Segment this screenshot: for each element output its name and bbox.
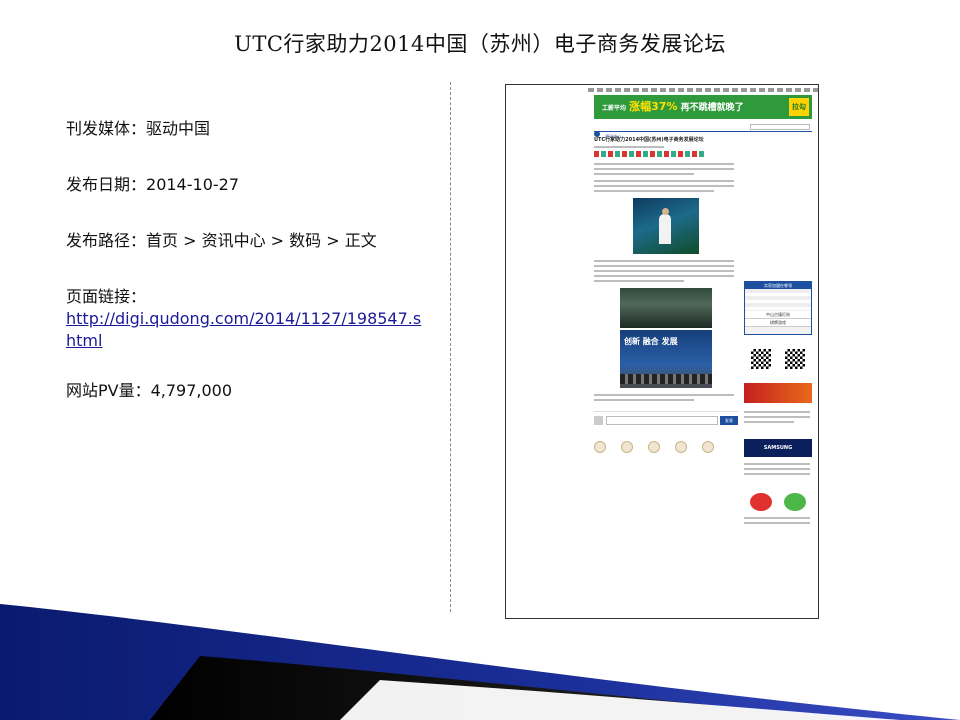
text-line [594, 399, 694, 401]
text-line [594, 163, 734, 165]
pv-label: 网站PV量： [66, 381, 151, 400]
emoji-icon[interactable] [594, 441, 606, 453]
page-link[interactable]: http://digi.qudong.com/2014/1127/198547.… [66, 308, 428, 352]
banner-logo: 拉勾 [789, 98, 809, 116]
article-meta [594, 146, 664, 148]
site-logo-icon [594, 130, 600, 137]
article-photo-audience [620, 288, 712, 328]
media-label: 刊发媒体： [66, 119, 147, 138]
link-label: 页面链接： [66, 287, 147, 306]
article-photo-speaker [633, 198, 699, 254]
text-line [594, 260, 734, 262]
text-line [744, 468, 810, 470]
text-line [594, 265, 734, 267]
text-line [594, 185, 734, 187]
pv-row: 网站PV量：4,797,000 [66, 380, 436, 402]
header-search-box[interactable] [750, 124, 810, 130]
date-value: 2014-10-27 [146, 175, 239, 194]
text-line [744, 421, 794, 423]
site-header: 资讯中心 [594, 123, 812, 139]
sidebar-link1[interactable]: 中山古镇灯饰 [745, 311, 811, 318]
article-title: UTC行家助力2014中国(苏州)电子商务发展论坛 [594, 137, 704, 143]
sidebar-box-title: 实家加盟在哪领 [745, 282, 811, 289]
article-photo-group: 创新 融合 发展 [620, 330, 712, 388]
qr-codes [744, 349, 812, 369]
text-line [744, 517, 810, 519]
path-label: 发布路径： [66, 231, 147, 250]
webpage-screenshot: 工薪平均 涨幅37% 再不跳槽就晚了 拉勾 资讯中心 UTC行家助力2014中国… [505, 84, 819, 619]
comment-area: 发表 [594, 411, 738, 453]
weibo-icon[interactable] [750, 493, 772, 511]
text-line [594, 190, 714, 192]
banner-highlight: 涨幅37% [629, 100, 678, 113]
share-icons[interactable] [594, 151, 704, 157]
link-row: 页面链接： http://digi.qudong.com/2014/1127/1… [66, 286, 436, 352]
text-line [594, 180, 734, 182]
qr-code-icon [785, 349, 805, 369]
samsung-logo: SAMSUNG [763, 445, 793, 451]
qr-code-icon [751, 349, 771, 369]
photo-banner-text: 创新 融合 发展 [624, 337, 678, 346]
sidebar-ad-red[interactable] [744, 383, 812, 403]
weibo-wechat-icons [744, 493, 812, 511]
sidebar-link2[interactable]: 棋牌游戏 [745, 318, 811, 326]
text-line [594, 275, 734, 277]
sidebar: 实家加盟在哪领 中山古镇灯饰 棋牌游戏 SAMSUNG [744, 281, 812, 527]
text-line [594, 168, 734, 170]
emoji-icon[interactable] [675, 441, 687, 453]
banner-tail: 再不跳槽就晚了 [680, 103, 744, 113]
text-line [744, 473, 810, 475]
path-value: 首页 > 资讯中心 > 数码 > 正文 [146, 231, 377, 250]
pv-value: 4,797,000 [150, 381, 233, 400]
ad-banner[interactable]: 工薪平均 涨幅37% 再不跳槽就晚了 拉勾 [594, 95, 812, 119]
text-line [594, 280, 684, 282]
comment-input[interactable] [606, 416, 718, 425]
media-row: 刊发媒体：驱动中国 [66, 118, 436, 140]
wechat-icon[interactable] [784, 493, 806, 511]
bottom-decoration [0, 604, 960, 720]
banner-text: 工薪平均 [602, 105, 627, 112]
slide-title: UTC行家助力2014中国（苏州）电子商务发展论坛 [234, 32, 726, 56]
vertical-divider [450, 82, 451, 612]
emoji-row [594, 441, 714, 453]
text-line [744, 463, 810, 465]
top-nav-strip [588, 88, 818, 92]
emoji-icon[interactable] [621, 441, 633, 453]
text-line [744, 416, 810, 418]
text-line [744, 522, 810, 524]
emoji-icon[interactable] [648, 441, 660, 453]
date-row: 发布日期：2014-10-27 [66, 174, 436, 196]
avatar [594, 416, 603, 425]
text-line [594, 394, 734, 396]
text-line [594, 173, 694, 175]
sidebar-box: 实家加盟在哪领 中山古镇灯饰 棋牌游戏 [744, 281, 812, 335]
article-column: UTC行家助力2014中国(苏州)电子商务发展论坛 创新 融合 发展 发表 [594, 137, 738, 453]
text-line [594, 270, 734, 272]
samsung-ad[interactable]: SAMSUNG [744, 439, 812, 457]
path-row: 发布路径：首页 > 资讯中心 > 数码 > 正文 [66, 230, 436, 252]
media-value: 驱动中国 [146, 119, 211, 138]
text-line [744, 411, 810, 413]
emoji-icon[interactable] [702, 441, 714, 453]
comment-submit-button[interactable]: 发表 [720, 416, 738, 425]
date-label: 发布日期： [66, 175, 147, 194]
